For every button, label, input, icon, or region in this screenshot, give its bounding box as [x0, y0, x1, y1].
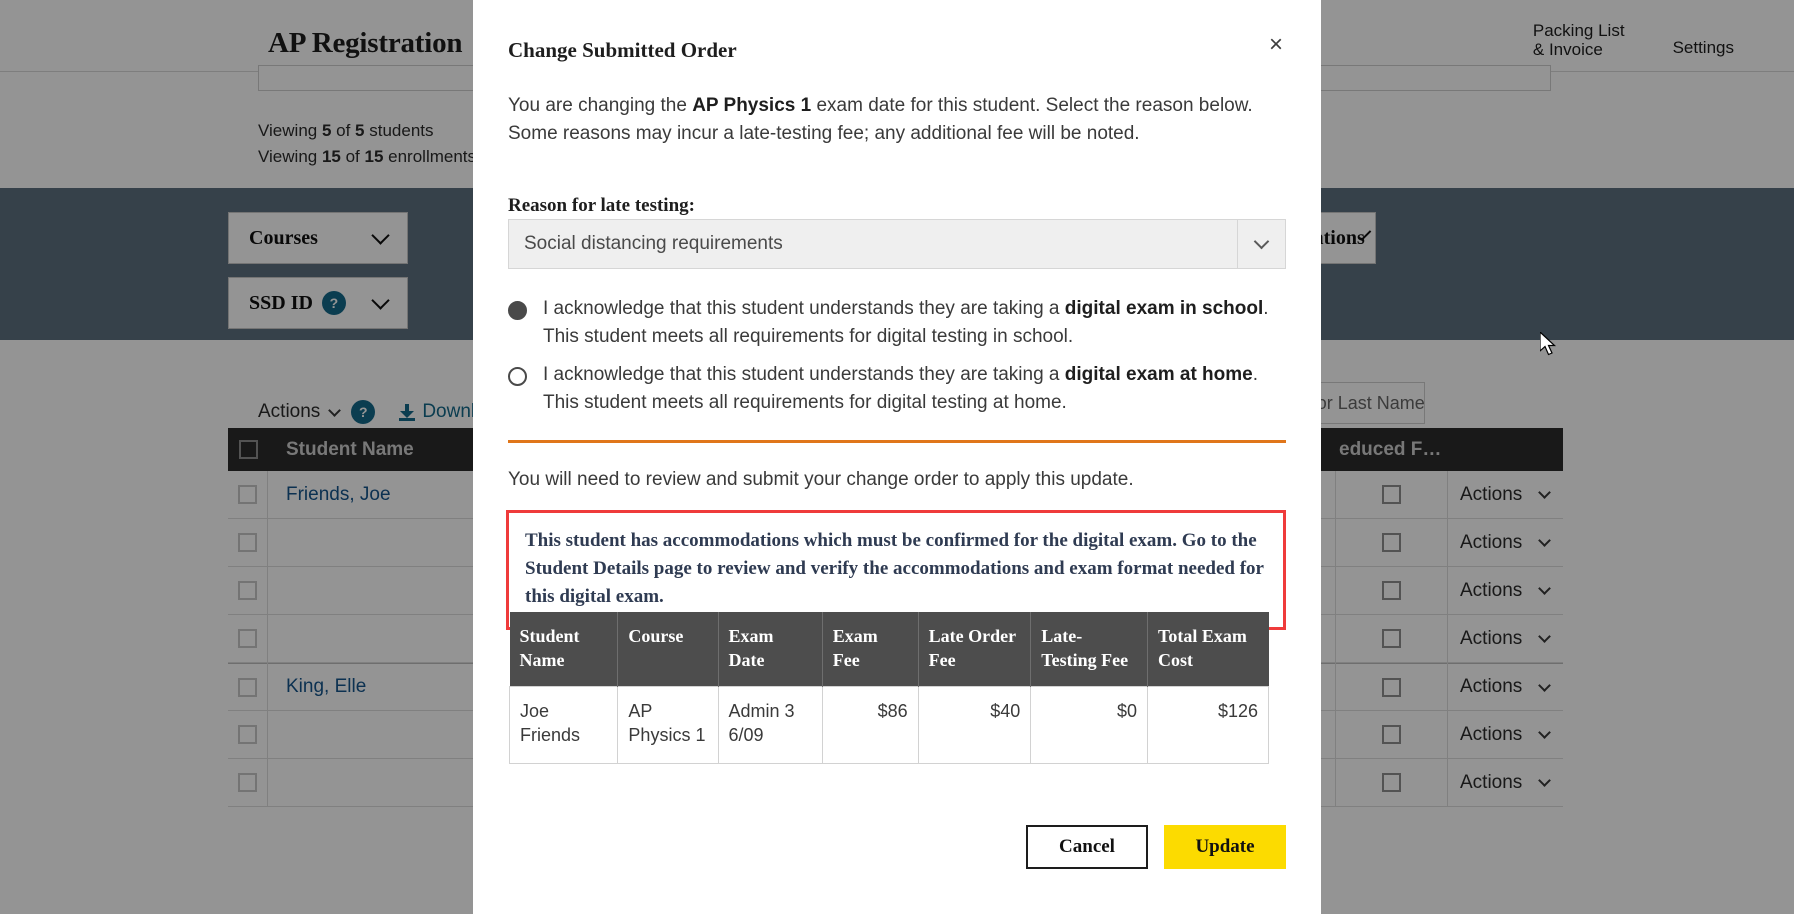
fee-cell-course: AP Physics 1 — [617, 686, 719, 764]
intro-course-name: AP Physics 1 — [692, 95, 812, 116]
fee-table-head: Student Name Course Exam Date Exam Fee L… — [509, 612, 1269, 687]
fee-cell-late-order-fee: $40 — [917, 686, 1032, 764]
close-icon[interactable]: × — [1261, 30, 1291, 60]
fee-col-exam-fee: Exam Fee — [822, 612, 919, 687]
radio-icon-checked[interactable] — [508, 301, 527, 320]
reason-select-value: Social distancing requirements — [524, 233, 783, 254]
fee-col-late-testing-fee: Late-Testing Fee — [1030, 612, 1149, 687]
fee-col-exam-date: Exam Date — [718, 612, 823, 687]
radio-1-part1: I acknowledge that this student understa… — [543, 364, 1065, 385]
dialog-title: Change Submitted Order — [508, 38, 737, 62]
fee-col-late-order-fee: Late Order Fee — [918, 612, 1032, 687]
dialog-intro-text: You are changing the AP Physics 1 exam d… — [508, 92, 1286, 148]
radio-option-digital-exam-at-home[interactable]: I acknowledge that this student understa… — [508, 361, 1286, 417]
fee-table-header-row: Student Name Course Exam Date Exam Fee L… — [509, 612, 1269, 687]
review-submit-note: You will need to review and submit your … — [508, 469, 1134, 490]
radio-label-in-school: I acknowledge that this student understa… — [543, 295, 1286, 351]
reason-label: Reason for late testing: — [508, 195, 695, 216]
radio-0-part1: I acknowledge that this student understa… — [543, 298, 1065, 319]
fee-table-row: Joe Friends AP Physics 1 Admin 3 6/09 $86 $4… — [508, 686, 1269, 764]
fee-cell-exam-date: Admin 3 6/09 — [717, 686, 823, 764]
dialog-actions: Cancel Update — [1026, 825, 1286, 869]
fee-col-student-name: Student Name — [509, 612, 619, 687]
fee-col-course: Course — [617, 612, 719, 687]
fee-cell-total-exam-cost: $126 — [1147, 686, 1269, 764]
reason-select[interactable]: Social distancing requirements — [508, 219, 1286, 269]
fee-table-body: Joe Friends AP Physics 1 Admin 3 6/09 $86 $4… — [508, 686, 1269, 764]
accommodations-alert-text: This student has accommodations which mu… — [525, 530, 1264, 607]
radio-0-emphasis: digital exam in school — [1064, 298, 1264, 319]
fee-cell-exam-fee: $86 — [821, 686, 919, 764]
section-divider — [508, 440, 1286, 443]
cancel-button[interactable]: Cancel — [1026, 825, 1148, 869]
intro-part1: You are changing the — [508, 95, 693, 116]
fee-summary-table: Student Name Course Exam Date Exam Fee L… — [508, 612, 1269, 764]
fee-cell-student-name: Joe Friends — [508, 686, 619, 764]
fee-col-total-exam-cost: Total Exam Cost — [1147, 612, 1269, 687]
fee-cell-late-testing-fee: $0 — [1030, 686, 1149, 764]
mouse-cursor — [1539, 330, 1558, 363]
radio-1-emphasis: digital exam at home — [1064, 364, 1253, 385]
chevron-down-icon[interactable] — [1237, 220, 1285, 268]
change-submitted-order-dialog: Change Submitted Order × You are changin… — [473, 0, 1321, 914]
radio-icon-unchecked[interactable] — [508, 367, 527, 386]
radio-label-at-home: I acknowledge that this student understa… — [543, 361, 1286, 417]
radio-option-digital-exam-in-school[interactable]: I acknowledge that this student understa… — [508, 295, 1286, 351]
update-button[interactable]: Update — [1164, 825, 1286, 869]
